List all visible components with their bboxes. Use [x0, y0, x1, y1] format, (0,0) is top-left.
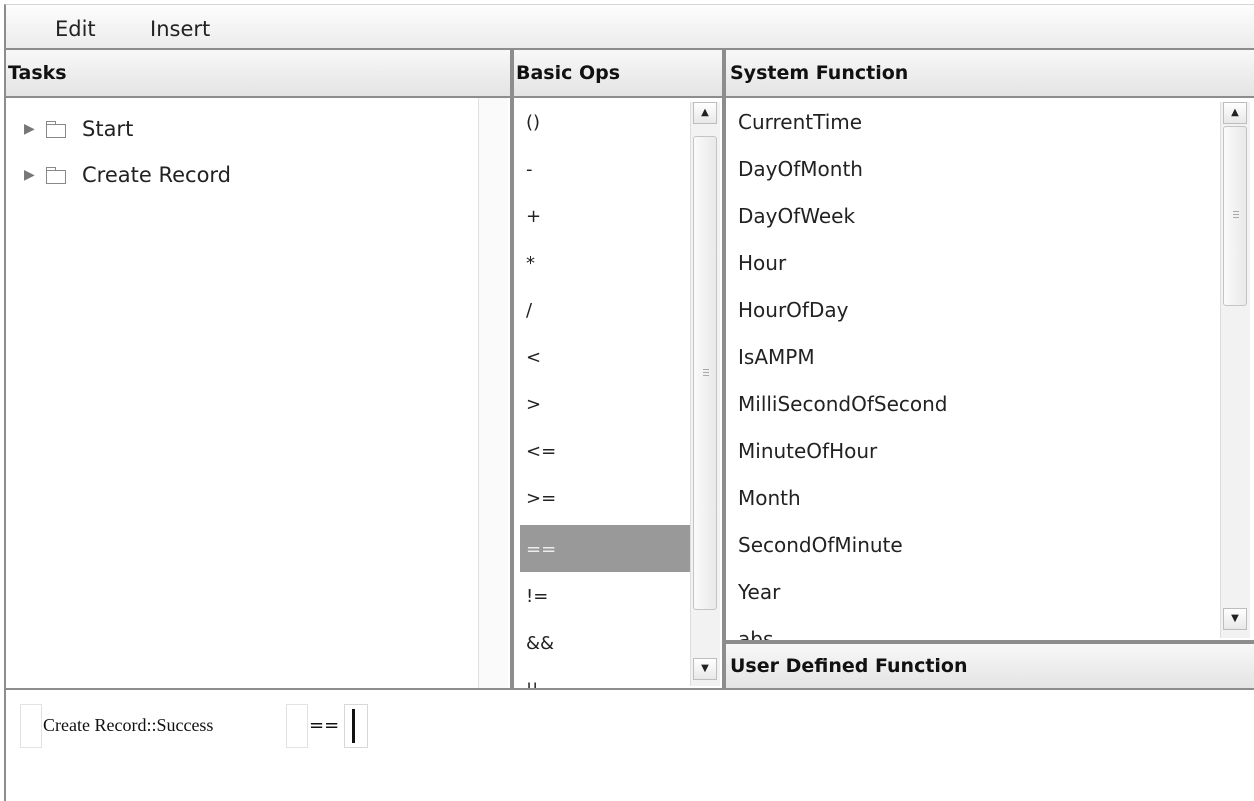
op-item[interactable]: &&	[520, 619, 690, 666]
tree-item-label: Create Record	[82, 163, 232, 187]
folder-icon	[46, 121, 66, 138]
tree-item-label: Start	[82, 117, 134, 141]
sys-item[interactable]: DayOfWeek	[738, 192, 855, 239]
sys-item[interactable]: CurrentTime	[738, 98, 862, 145]
expression-token[interactable]: Create Record::Success	[42, 704, 288, 748]
scroll-thumb[interactable]	[693, 136, 717, 610]
basic-ops-header: Basic Ops	[514, 50, 722, 98]
op-item[interactable]: <	[520, 333, 690, 380]
op-item[interactable]: >=	[520, 474, 690, 521]
grip-icon	[703, 369, 709, 376]
caret-slot[interactable]	[344, 704, 368, 748]
up-arrow-icon[interactable]: ▲	[693, 102, 717, 124]
sys-item[interactable]: HourOfDay	[738, 286, 848, 333]
sys-item[interactable]: Year	[738, 568, 780, 615]
system-function-panel: System Function CurrentTime DayOfMonth D…	[724, 48, 1254, 642]
menu-bar: Edit Insert	[4, 4, 1254, 48]
token-slot[interactable]	[20, 704, 42, 748]
sys-item[interactable]: Hour	[738, 239, 786, 286]
op-item[interactable]: /	[520, 286, 690, 333]
op-item[interactable]: !=	[520, 572, 690, 619]
op-item-selected[interactable]: ==	[520, 525, 690, 572]
op-item[interactable]: -	[520, 145, 690, 192]
user-defined-function-header[interactable]: User Defined Function	[724, 642, 1254, 690]
sys-item[interactable]: MilliSecondOfSecond	[738, 380, 947, 427]
op-item[interactable]: <=	[520, 427, 690, 474]
menu-edit[interactable]: Edit	[55, 17, 96, 41]
system-function-scrollbar[interactable]: ▲ ▼	[1220, 102, 1250, 638]
triangle-right-icon[interactable]: ▶	[24, 167, 44, 183]
up-arrow-icon[interactable]: ▲	[1223, 102, 1247, 124]
tasks-scrollbar[interactable]	[478, 98, 508, 688]
basic-ops-list: () - + * / < > <= >= == != && ||	[514, 98, 690, 688]
down-arrow-icon[interactable]: ▼	[1223, 608, 1247, 630]
expression-operator[interactable]: ==	[308, 704, 348, 748]
grip-icon	[1233, 211, 1239, 218]
expression-editor[interactable]: Create Record::Success ==	[4, 690, 1254, 801]
tasks-panel: Tasks ▶ Start ▶ Create Record	[4, 48, 512, 690]
sys-item[interactable]: SecondOfMinute	[738, 521, 903, 568]
menu-insert[interactable]: Insert	[150, 17, 210, 41]
system-function-header: System Function	[726, 50, 1254, 98]
triangle-right-icon[interactable]: ▶	[24, 121, 44, 137]
system-function-list: CurrentTime DayOfMonth DayOfWeek Hour Ho…	[726, 98, 1220, 640]
sys-item[interactable]: abs	[738, 615, 773, 640]
token-slot[interactable]	[286, 704, 308, 748]
op-item[interactable]: ()	[520, 98, 690, 145]
sys-item[interactable]: Month	[738, 474, 801, 521]
op-item[interactable]: >	[520, 380, 690, 427]
scroll-thumb[interactable]	[1223, 126, 1247, 306]
text-caret	[352, 709, 355, 743]
basic-ops-scrollbar[interactable]: ▲ ▼	[690, 102, 720, 686]
folder-icon	[46, 167, 66, 184]
tasks-header: Tasks	[6, 50, 510, 98]
basic-ops-panel: Basic Ops () - + * / < > <= >= == != && …	[512, 48, 724, 690]
sys-item[interactable]: DayOfMonth	[738, 145, 863, 192]
op-item[interactable]: +	[520, 192, 690, 239]
sys-item[interactable]: IsAMPM	[738, 333, 815, 380]
tree-item-create-record[interactable]: ▶ Create Record	[24, 160, 231, 190]
op-item[interactable]: *	[520, 239, 690, 286]
sys-item[interactable]: MinuteOfHour	[738, 427, 877, 474]
tree-item-start[interactable]: ▶ Start	[24, 114, 133, 144]
op-item[interactable]: ||	[520, 666, 690, 688]
down-arrow-icon[interactable]: ▼	[693, 658, 717, 680]
